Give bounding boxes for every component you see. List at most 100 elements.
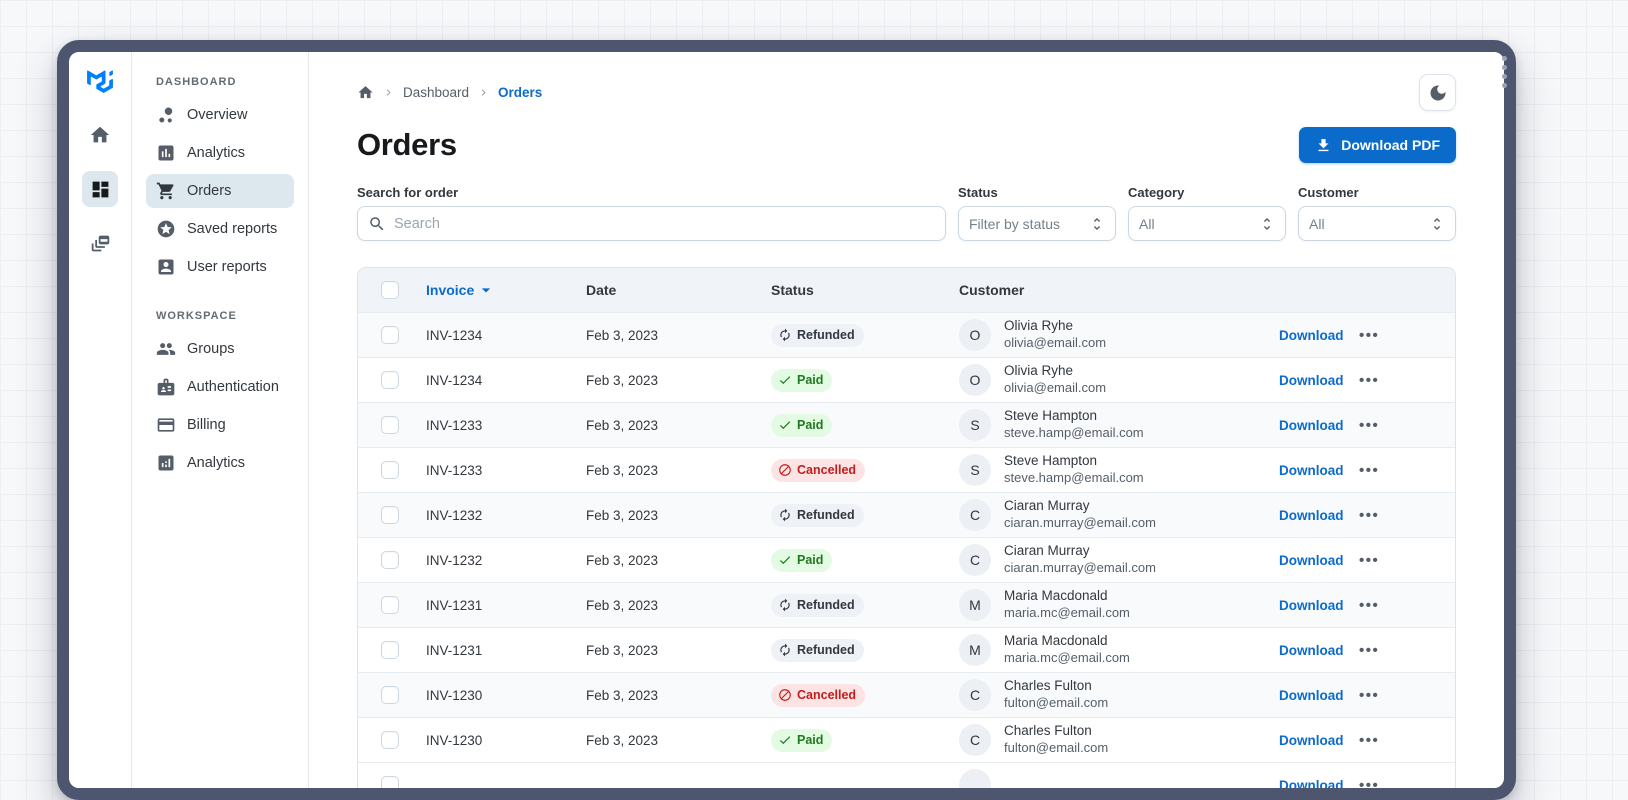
row-checkbox[interactable] — [381, 326, 399, 344]
column-header-date: Date — [586, 282, 617, 298]
row-checkbox[interactable] — [381, 506, 399, 524]
download-link[interactable]: Download — [1279, 598, 1344, 613]
orders-table: Invoice Date Status Customer INV-1234 Fe… — [357, 267, 1456, 789]
breadcrumb-orders[interactable]: Orders — [498, 85, 542, 100]
row-more-button[interactable]: ••• — [1359, 597, 1379, 614]
row-checkbox[interactable] — [381, 371, 399, 389]
row-checkbox[interactable] — [381, 641, 399, 659]
rail-home-button[interactable] — [82, 117, 118, 153]
check-icon — [778, 553, 792, 567]
row-more-button[interactable]: ••• — [1359, 372, 1379, 389]
download-link[interactable]: Download — [1279, 373, 1344, 388]
sidebar-item-saved-reports[interactable]: Saved reports — [146, 212, 294, 246]
row-checkbox[interactable] — [381, 551, 399, 569]
row-checkbox[interactable] — [381, 731, 399, 749]
customer-filter-select[interactable]: All — [1298, 206, 1456, 241]
invoice-cell: INV-1232 — [426, 552, 483, 568]
status-badge: Cancelled — [771, 683, 866, 707]
download-link[interactable]: Download — [1279, 553, 1344, 568]
download-link[interactable]: Download — [1279, 778, 1344, 789]
mui-logo[interactable] — [86, 69, 114, 93]
group-icon — [156, 339, 176, 359]
row-checkbox[interactable] — [381, 776, 399, 788]
customer-name: Maria Macdonald — [1004, 633, 1108, 649]
date-cell: Feb 3, 2023 — [586, 732, 659, 748]
customer-email: ciaran.murray@email.com — [1004, 515, 1156, 531]
customer-name: Olivia Ryhe — [1004, 363, 1074, 379]
download-link[interactable]: Download — [1279, 733, 1344, 748]
status-badge: Paid — [771, 413, 833, 437]
invoice-cell: INV-1232 — [426, 507, 483, 523]
row-more-button[interactable]: ••• — [1359, 462, 1379, 479]
table-row: INV-1233 Feb 3, 2023 Cancelled S Steve H… — [358, 447, 1455, 492]
search-input[interactable] — [394, 215, 935, 232]
row-more-button[interactable]: ••• — [1359, 732, 1379, 749]
row-more-button[interactable]: ••• — [1359, 327, 1379, 344]
sidebar-item-groups[interactable]: Groups — [146, 332, 294, 366]
invoice-cell: INV-1234 — [426, 372, 483, 388]
download-link[interactable]: Download — [1279, 508, 1344, 523]
date-cell: Feb 3, 2023 — [586, 597, 659, 613]
row-more-button[interactable]: ••• — [1359, 507, 1379, 524]
avatar: C — [959, 544, 991, 576]
customer-email: ciaran.murray@email.com — [1004, 560, 1156, 576]
rail-dashboard-button[interactable] — [82, 171, 118, 207]
theme-toggle-button[interactable] — [1419, 74, 1456, 111]
sidebar: DASHBOARD Overview Analytics Orders Saved re… — [132, 52, 309, 788]
block-icon — [778, 688, 792, 702]
avatar: O — [959, 319, 991, 351]
sidebar-item-overview[interactable]: Overview — [146, 98, 294, 132]
download-link[interactable]: Download — [1279, 418, 1344, 433]
breadcrumb-dashboard[interactable]: Dashboard — [403, 85, 469, 100]
table-row-partial: Download ••• — [358, 762, 1455, 789]
sidebar-item-authentication[interactable]: Authentication — [146, 370, 294, 404]
sidebar-item-analytics[interactable]: Analytics — [146, 136, 294, 170]
status-badge: Refunded — [771, 593, 864, 617]
invoice-cell: INV-1231 — [426, 642, 483, 658]
row-more-button[interactable]: ••• — [1359, 642, 1379, 659]
avatar: M — [959, 634, 991, 666]
invoice-cell: INV-1230 — [426, 687, 483, 703]
status-badge: Refunded — [771, 323, 864, 347]
download-link[interactable]: Download — [1279, 463, 1344, 478]
row-more-button[interactable]: ••• — [1359, 552, 1379, 569]
sidebar-item-orders[interactable]: Orders — [146, 174, 294, 208]
customer-name: Ciaran Murray — [1004, 543, 1090, 559]
sidebar-item-user-reports[interactable]: User reports — [146, 250, 294, 284]
rail-feed-button[interactable] — [82, 225, 118, 261]
column-header-invoice[interactable]: Invoice — [426, 280, 586, 300]
avatar: C — [959, 499, 991, 531]
breadcrumb: Dashboard Orders — [357, 84, 542, 101]
avatar: S — [959, 454, 991, 486]
status-badge: Refunded — [771, 638, 864, 662]
analytics-icon — [156, 453, 176, 473]
row-more-button[interactable]: ••• — [1359, 777, 1379, 789]
sidebar-item-analytics[interactable]: Analytics — [146, 446, 294, 480]
table-row: INV-1232 Feb 3, 2023 Refunded C Ciaran M… — [358, 492, 1455, 537]
row-more-button[interactable]: ••• — [1359, 687, 1379, 704]
home-icon[interactable] — [357, 84, 374, 101]
search-field[interactable] — [357, 206, 946, 241]
account-box-icon — [156, 257, 176, 277]
customer-email: olivia@email.com — [1004, 335, 1107, 351]
avatar: M — [959, 589, 991, 621]
customer-email: maria.mc@email.com — [1004, 650, 1130, 666]
row-more-button[interactable]: ••• — [1359, 417, 1379, 434]
category-filter-select[interactable]: All — [1128, 206, 1286, 241]
row-checkbox[interactable] — [381, 686, 399, 704]
download-link[interactable]: Download — [1279, 328, 1344, 343]
download-link[interactable]: Download — [1279, 643, 1344, 658]
download-link[interactable]: Download — [1279, 688, 1344, 703]
window-scrollbar[interactable] — [1502, 56, 1508, 92]
sidebar-item-billing[interactable]: Billing — [146, 408, 294, 442]
row-checkbox[interactable] — [381, 416, 399, 434]
column-header-customer: Customer — [959, 282, 1025, 298]
download-pdf-button[interactable]: Download PDF — [1299, 127, 1456, 163]
select-all-checkbox[interactable] — [381, 281, 399, 299]
row-checkbox[interactable] — [381, 461, 399, 479]
status-filter-select[interactable]: Filter by status — [958, 206, 1116, 241]
status-filter-label: Status — [958, 185, 998, 200]
invoice-cell: INV-1230 — [426, 732, 483, 748]
customer-email: steve.hamp@email.com — [1004, 470, 1144, 486]
row-checkbox[interactable] — [381, 596, 399, 614]
